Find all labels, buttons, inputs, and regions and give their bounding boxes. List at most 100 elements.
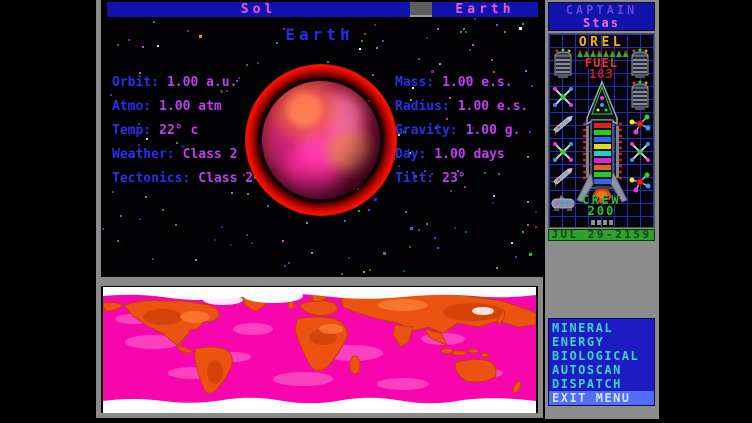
scan-menu: MINERAL ENERGY BIOLOGICAL AUTOSCAN DISPA… [548, 318, 655, 406]
system-icon [553, 87, 573, 107]
star [327, 61, 329, 63]
ship-name: OREL [549, 35, 654, 50]
stat-value: 22° c [159, 124, 198, 137]
stat-tilt: Tilt: 23° [395, 172, 528, 185]
bar-separator [410, 2, 432, 17]
star [527, 224, 529, 226]
star [469, 49, 471, 51]
star [348, 257, 350, 259]
game-screen: Sol Earth Earth Orbit: 1.00 a.u. Atmo: 1… [0, 0, 752, 423]
star [157, 45, 159, 47]
stat-value: 23° [442, 172, 465, 185]
stat-value: Class 2 [183, 148, 238, 161]
stat-orbit: Orbit: 1.00 a.u. [112, 76, 253, 89]
captain-name: Stas [549, 17, 654, 30]
star [195, 259, 197, 261]
star [214, 239, 216, 241]
star [437, 247, 439, 249]
stat-value: 1.00 a.u. [167, 76, 237, 89]
star [511, 242, 513, 244]
star [418, 58, 420, 60]
star [454, 227, 456, 229]
date-bar: JUL 29-2159 [548, 229, 655, 241]
system-icon [553, 142, 573, 162]
planet-surface [260, 79, 382, 201]
stat-label: Tilt: [395, 172, 434, 185]
stat-tectonics: Tectonics: Class 2 [112, 172, 253, 185]
star [431, 70, 434, 73]
star [434, 237, 436, 239]
stat-value: 1.00 e.s. [442, 76, 512, 89]
star [474, 18, 476, 20]
stat-gravity: Gravity: 1.00 g. [395, 124, 528, 137]
star [535, 211, 537, 213]
star [403, 270, 405, 272]
ship-schematic-panel: OREL FUEL 183 CREW 200 [548, 33, 655, 228]
star [531, 85, 533, 87]
star [493, 71, 495, 73]
menu-item-energy[interactable]: ENERGY [549, 335, 654, 349]
captain-box: CAPTAIN Stas [548, 2, 655, 31]
selected-body-bar: Earth [432, 2, 538, 17]
stat-label: Orbit: [112, 76, 159, 89]
stat-label: Weather: [112, 148, 175, 161]
menu-item-autoscan[interactable]: AUTOSCAN [549, 363, 654, 377]
star [284, 265, 286, 267]
stat-value: 1.00 atm [159, 100, 222, 113]
star [288, 262, 290, 264]
star [426, 223, 428, 225]
star [409, 246, 411, 248]
planet-stats-right: Mass: 1.00 e.s. Radius: 1.00 e.s. Gravit… [395, 76, 528, 185]
stat-mass: Mass: 1.00 e.s. [395, 76, 528, 89]
star [282, 240, 284, 242]
star [529, 253, 532, 256]
stat-label: Day: [395, 148, 426, 161]
star [535, 226, 537, 228]
stat-label: Atmo: [112, 100, 151, 113]
crew-pods [549, 217, 654, 225]
planet-viewport: Sol Earth Earth Orbit: 1.00 a.u. Atmo: 1… [96, 0, 553, 278]
stat-value: 1.00 e.s. [458, 100, 528, 113]
star [120, 215, 122, 217]
stat-weather: Weather: Class 2 [112, 148, 253, 161]
star [450, 190, 452, 192]
star [492, 202, 494, 204]
star [529, 131, 531, 133]
system-icon [630, 142, 650, 162]
star [363, 271, 365, 273]
star [162, 209, 164, 211]
location-bar: Sol Earth [101, 2, 538, 18]
star [439, 63, 441, 65]
stat-label: Gravity: [395, 124, 458, 137]
surface-map [103, 287, 536, 413]
star [496, 267, 498, 269]
engine-pod-icon [632, 81, 648, 111]
star [359, 48, 361, 50]
sensor-icon [630, 173, 651, 193]
star [522, 231, 524, 233]
star [493, 195, 495, 197]
stat-label: Tectonics: [112, 172, 190, 185]
star [152, 258, 154, 260]
stat-value: 1.00 days [434, 148, 504, 161]
star [306, 222, 308, 224]
star [410, 227, 413, 230]
menu-item-exit-menu[interactable]: EXIT MENU [549, 391, 654, 405]
menu-item-dispatch[interactable]: DISPATCH [549, 377, 654, 391]
star [465, 231, 467, 233]
star [153, 21, 155, 23]
star [464, 186, 466, 188]
star [142, 46, 144, 48]
missile-icon [549, 112, 576, 137]
menu-item-mineral[interactable]: MINERAL [549, 321, 654, 335]
stat-label: Temp: [112, 124, 151, 137]
menu-item-biological[interactable]: BIOLOGICAL [549, 349, 654, 363]
star [117, 240, 119, 242]
star [376, 47, 378, 49]
star [525, 70, 527, 72]
missile-icon [549, 164, 576, 189]
stat-temp: Temp: 22° c [112, 124, 253, 137]
stat-value: Class 2 [198, 172, 253, 185]
star [472, 44, 474, 46]
stat-radius: Radius: 1.00 e.s. [395, 100, 528, 113]
